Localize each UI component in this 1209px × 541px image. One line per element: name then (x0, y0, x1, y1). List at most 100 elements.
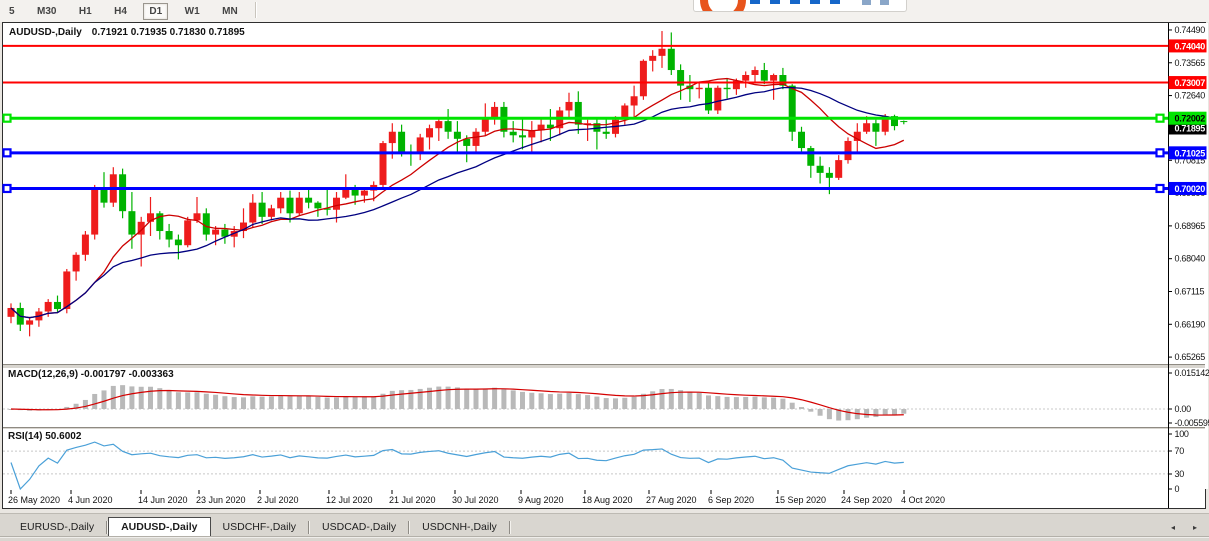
macd-histogram-bar (576, 394, 581, 409)
logo-glyph (862, 0, 871, 5)
macd-histogram-bar (241, 397, 246, 409)
macd-histogram-bar (455, 387, 460, 409)
tab-usdcad-daily[interactable]: USDCAD-,Daily (310, 519, 408, 535)
candle-up (491, 107, 498, 118)
tab-eurusd-daily[interactable]: EURUSD-,Daily (8, 519, 106, 535)
chart-tabs: EURUSD-,Daily AUDUSD-,Daily USDCHF-,Dail… (8, 517, 511, 537)
candle-up (361, 191, 368, 196)
macd-histogram-bar (864, 409, 869, 418)
candle-up (752, 70, 759, 75)
macd-histogram-bar (604, 398, 609, 409)
tab-usdchf-daily[interactable]: USDCHF-,Daily (211, 519, 309, 535)
rsi-tick-label: 0 (1175, 484, 1180, 494)
macd-histogram-bar (799, 407, 804, 409)
candle-down (872, 123, 879, 132)
macd-histogram-bar (204, 394, 209, 409)
candle-up (845, 141, 852, 160)
mt4-terminal: 5 M30 H1 H4 D1 W1 MN 0.744900.735650.726… (0, 0, 1209, 541)
date-label: 24 Sep 2020 (841, 495, 892, 505)
price-tick-label: 0.66190 (1175, 319, 1206, 329)
macd-histogram-bar (771, 398, 776, 409)
macd-histogram-bar (362, 397, 367, 409)
price-tick-label: 0.74490 (1175, 25, 1206, 35)
candle-down (128, 211, 135, 234)
macd-histogram-bar (697, 393, 702, 409)
timeframe-button-h1[interactable]: H1 (73, 3, 98, 20)
candle-down (761, 70, 768, 81)
candle-up (770, 75, 777, 81)
macd-histogram-bar (260, 397, 265, 409)
logo-glyph (750, 0, 760, 4)
macd-histogram-bar (725, 397, 730, 409)
candle-down (445, 121, 452, 132)
candle-down (166, 231, 173, 240)
tab-scroll-buttons: ◂ ▸ (1165, 519, 1203, 535)
support-line-0-72002-handle[interactable] (1157, 115, 1164, 122)
date-label: 27 Aug 2020 (646, 495, 697, 505)
support-line-0-70020-handle[interactable] (4, 185, 11, 192)
macd-histogram-bar (557, 394, 562, 409)
candle-up (45, 302, 52, 312)
logo-glyph (790, 0, 800, 4)
candle-up (696, 88, 703, 89)
candle-up (82, 235, 89, 255)
logo-glyph (880, 0, 889, 5)
price-tick-label: 0.65265 (1175, 352, 1206, 362)
price-tick-label: 0.67115 (1175, 286, 1205, 296)
timeframe-button-w1[interactable]: W1 (179, 3, 206, 20)
candle-down (314, 203, 321, 209)
tab-usdcnh-daily[interactable]: USDCNH-,Daily (410, 519, 509, 535)
macd-histogram-bar (753, 397, 758, 409)
tab-audusd-daily[interactable]: AUDUSD-,Daily (108, 517, 210, 537)
support-line-0-72002-handle[interactable] (4, 115, 11, 122)
macd-histogram-bar (892, 409, 897, 415)
candle-up (249, 203, 256, 223)
chart-canvas[interactable]: 0.744900.735650.726400.717150.708150.698… (0, 22, 1209, 511)
tab-scroll-right-button[interactable]: ▸ (1187, 519, 1203, 535)
macd-histogram-bar (278, 396, 283, 409)
macd-histogram-bar (83, 400, 88, 409)
timeframe-button-h4[interactable]: H4 (108, 3, 133, 20)
candle-down (510, 132, 517, 136)
candle-down (203, 213, 210, 234)
candle-down (705, 88, 712, 111)
macd-histogram-bar (139, 387, 144, 409)
macd-tick-label: 0.015142 (1175, 368, 1209, 378)
macd-histogram-bar (743, 397, 748, 409)
timeframe-button-d1[interactable]: D1 (143, 3, 168, 20)
support-line-0-71025-handle[interactable] (1157, 149, 1164, 156)
timeframe-button-m5[interactable]: 5 (3, 3, 21, 20)
candle-down (519, 135, 526, 137)
candle-down (817, 166, 824, 173)
macd-histogram-bar (195, 392, 200, 409)
logo-orange-arc-icon (700, 0, 746, 12)
candle-up (426, 128, 433, 137)
macd-histogram-bar (808, 409, 813, 412)
date-label: 4 Jun 2020 (68, 495, 113, 505)
rsi-tick-label: 100 (1175, 429, 1189, 439)
macd-histogram-bar (148, 387, 153, 409)
macd-histogram-bar (288, 396, 293, 409)
tab-scroll-left-button[interactable]: ◂ (1165, 519, 1181, 535)
candle-down (724, 88, 731, 89)
support-line-0-71025-handle[interactable] (4, 149, 11, 156)
macd-histogram-bar (873, 409, 878, 417)
macd-histogram-bar (306, 396, 311, 409)
macd-histogram-bar (213, 395, 218, 409)
macd-histogram-bar (390, 391, 395, 409)
support-line-0-70020-handle[interactable] (1157, 185, 1164, 192)
candle-down (259, 203, 266, 217)
candle-down (575, 102, 582, 125)
candle-up (835, 160, 842, 178)
macd-histogram-bar (734, 397, 739, 409)
timeframe-button-m30[interactable]: M30 (31, 3, 62, 20)
date-label: 12 Jul 2020 (326, 495, 373, 505)
broker-logo-partial (693, 0, 907, 12)
rsi-tick-label: 30 (1175, 469, 1185, 479)
candle-down (668, 49, 675, 70)
macd-histogram-bar (269, 396, 274, 409)
macd-histogram-bar (901, 409, 906, 414)
timeframe-button-mn[interactable]: MN (216, 3, 244, 20)
macd-histogram-bar (102, 390, 107, 409)
macd-histogram-bar (632, 397, 637, 409)
